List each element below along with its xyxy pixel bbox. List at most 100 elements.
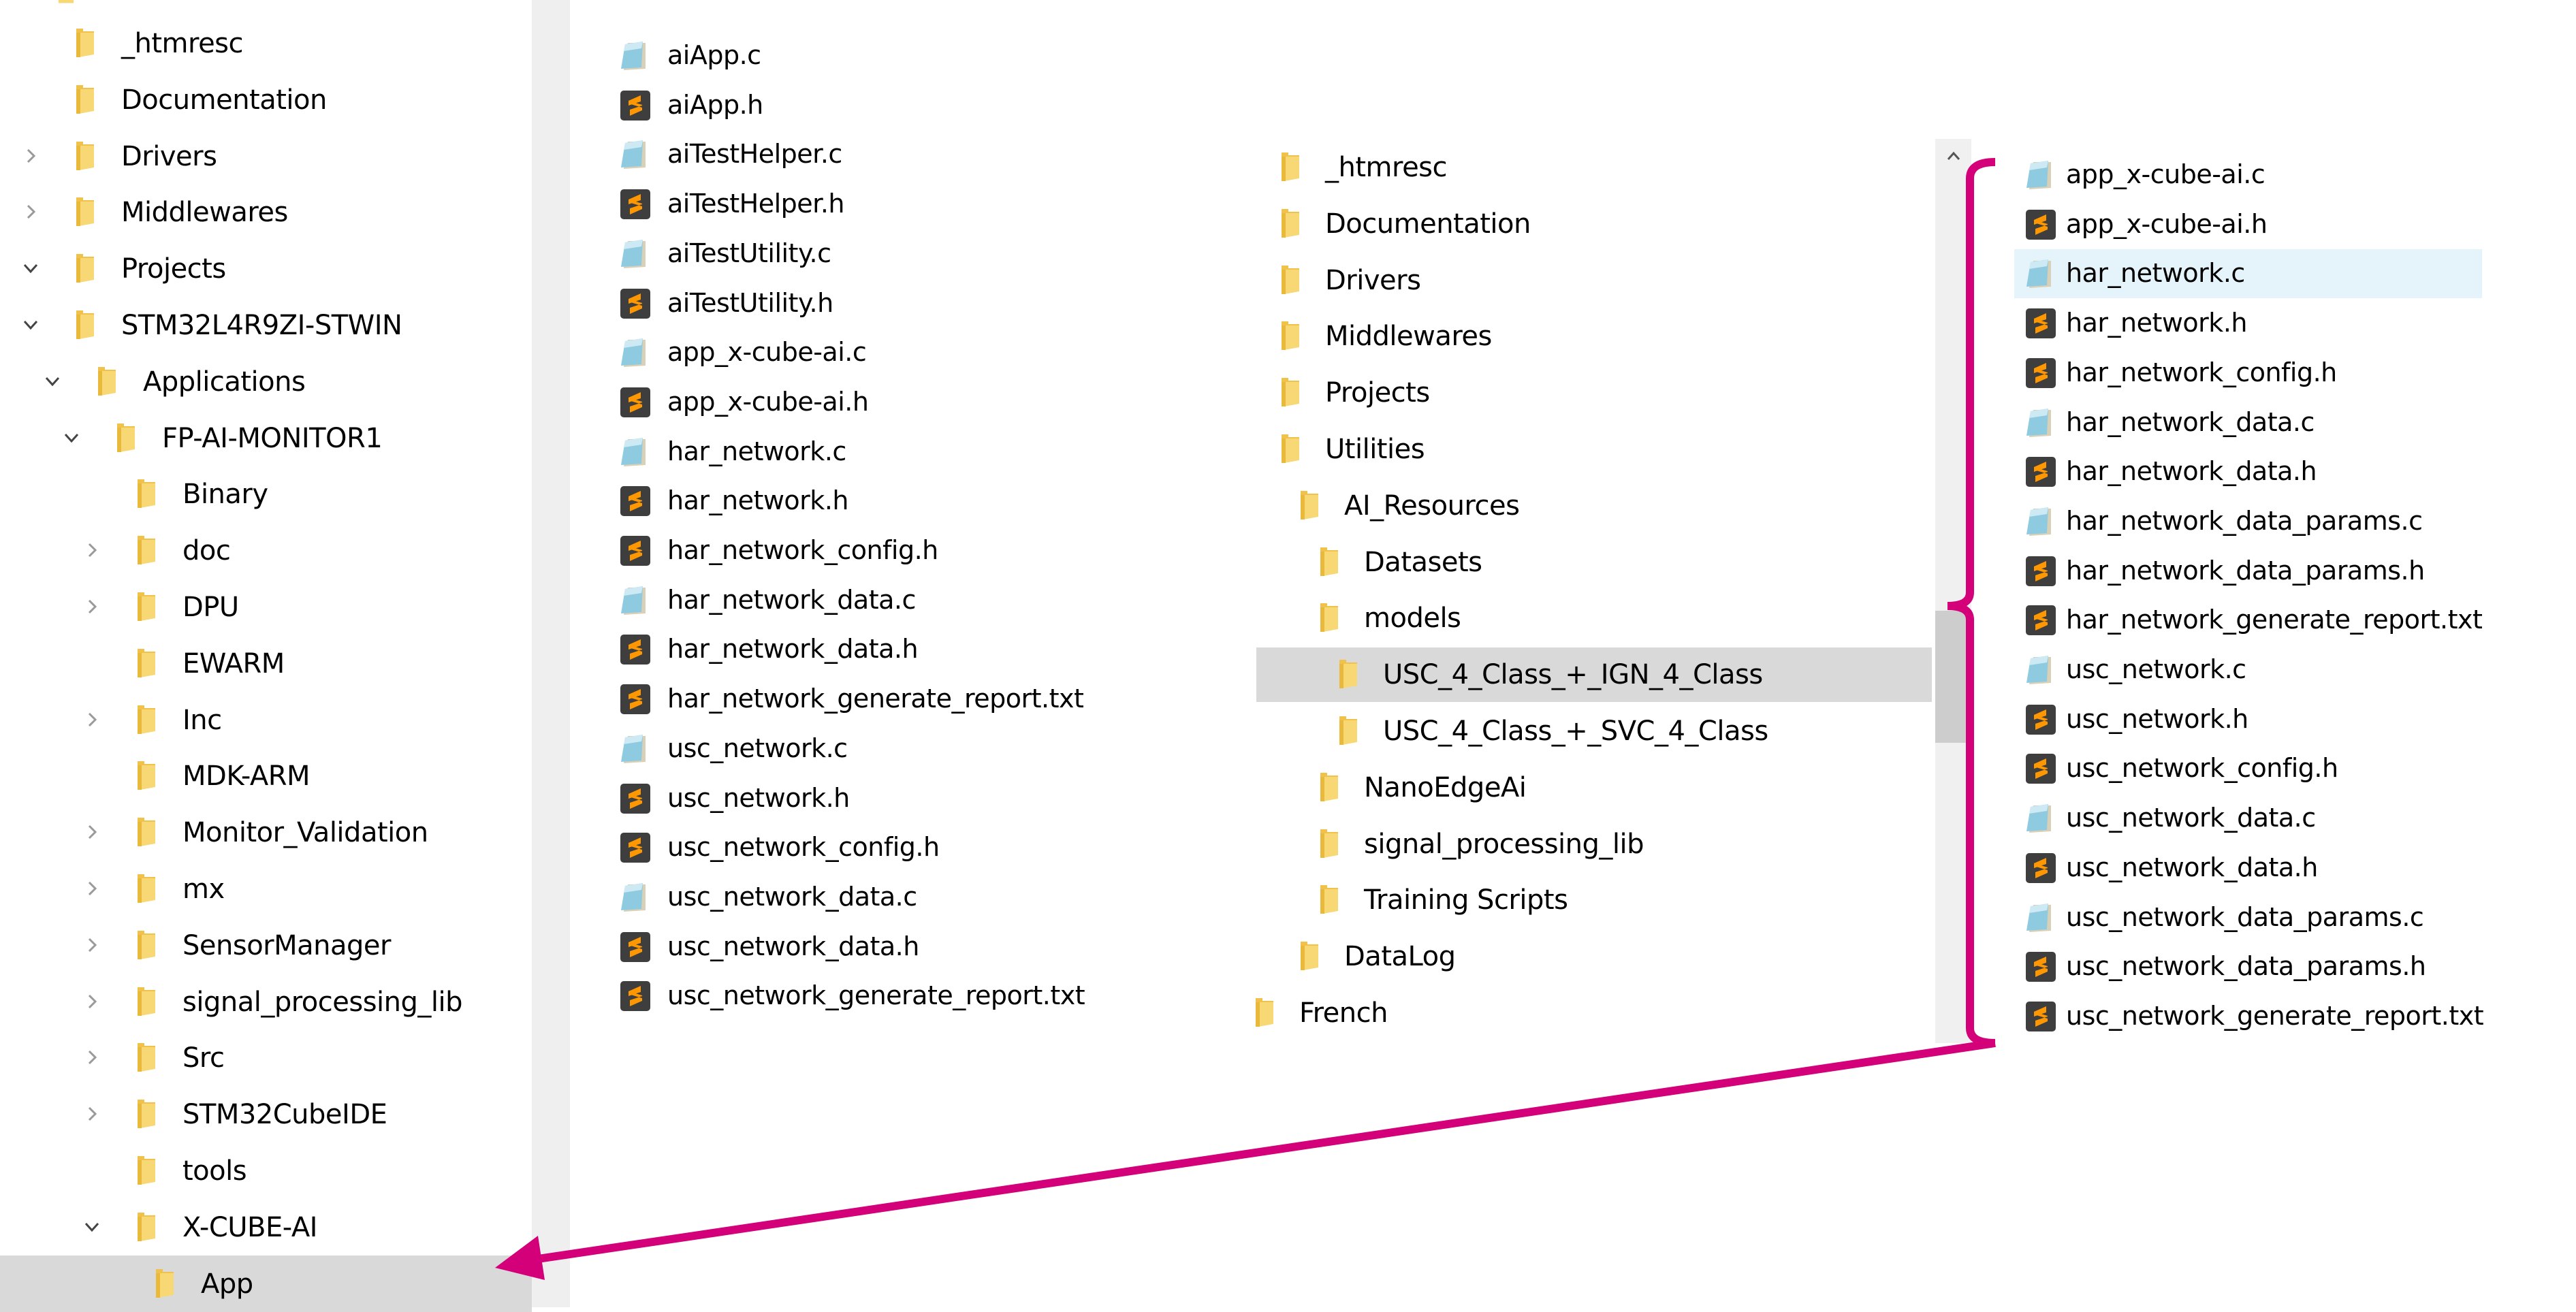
nav-tree-item[interactable]: Binary: [0, 466, 532, 522]
file-item[interactable]: usc_network_data.h: [613, 923, 1130, 972]
resources-tree-item[interactable]: USC_4_Class_+_IGN_4_Class: [1256, 646, 1932, 703]
nav-tree-item[interactable]: Drivers: [0, 128, 532, 185]
chevron-right-icon[interactable]: [83, 541, 101, 559]
tree-expander[interactable]: [20, 315, 41, 335]
file-item[interactable]: har_network_data.h: [613, 625, 1130, 674]
file-item[interactable]: har_network_generate_report.txt: [2014, 596, 2483, 645]
nav-tree-item[interactable]: Middlewares: [0, 184, 532, 240]
tree-expander[interactable]: [82, 822, 102, 842]
chevron-right-icon[interactable]: [83, 1105, 101, 1123]
file-item[interactable]: aiTestUtility.c: [613, 229, 1130, 278]
chevron-right-icon[interactable]: [83, 936, 101, 954]
nav-tree-item[interactable]: MDK-ARM: [0, 748, 532, 804]
nav-tree-item[interactable]: X-CUBE-AI: [0, 1199, 532, 1255]
tree-expander[interactable]: [82, 878, 102, 899]
nav-tree-item[interactable]: Applications: [0, 353, 532, 410]
resources-tree-item[interactable]: Training Scripts: [1256, 871, 1932, 928]
file-item[interactable]: usc_network_generate_report.txt: [613, 972, 1130, 1021]
nav-tree-item[interactable]: EWARM: [0, 635, 532, 692]
file-item[interactable]: usc_network_data_params.h: [2014, 942, 2482, 991]
file-item[interactable]: har_network_data.c: [2014, 398, 2482, 447]
file-item[interactable]: har_network_data_params.c: [2014, 497, 2482, 546]
resources-scrollbar-thumb[interactable]: [1935, 611, 1971, 743]
nav-tree-item[interactable]: STM32L4R9ZI-STWIN: [0, 297, 532, 353]
file-item[interactable]: usc_network_config.h: [613, 823, 1130, 872]
file-item[interactable]: app_x-cube-ai.h: [2014, 200, 2482, 249]
chevron-down-icon[interactable]: [83, 1218, 101, 1236]
file-item[interactable]: app_x-cube-ai.c: [2014, 150, 2482, 199]
file-item[interactable]: har_network.c: [613, 428, 1130, 477]
file-item[interactable]: har_network_data.c: [613, 576, 1130, 625]
resources-scrollbar-track[interactable]: [1935, 139, 1971, 1043]
chevron-right-icon[interactable]: [83, 823, 101, 841]
chevron-down-icon[interactable]: [22, 259, 39, 277]
resources-tree-item[interactable]: Projects: [1256, 364, 1932, 421]
resources-tree-item[interactable]: Drivers: [1256, 252, 1932, 308]
file-item[interactable]: har_network.h: [2014, 299, 2482, 348]
tree-expander[interactable]: [82, 540, 102, 560]
chevron-down-icon[interactable]: [44, 372, 61, 390]
file-item[interactable]: har_network.c: [2014, 249, 2482, 299]
file-item[interactable]: usc_network_data.h: [2014, 844, 2482, 893]
resources-tree-item[interactable]: models: [1256, 590, 1932, 646]
file-item[interactable]: usc_network_data_params.c: [2014, 893, 2482, 942]
chevron-right-icon[interactable]: [22, 203, 39, 221]
tree-expander[interactable]: [82, 991, 102, 1012]
tree-expander[interactable]: [82, 1047, 102, 1068]
resources-tree-item[interactable]: French: [1256, 985, 1932, 1041]
tree-expander[interactable]: [20, 202, 41, 222]
tree-expander[interactable]: [82, 596, 102, 617]
file-item[interactable]: usc_network.h: [613, 774, 1130, 823]
file-item[interactable]: har_network_data.h: [2014, 447, 2482, 496]
resources-tree-item[interactable]: _htmresc: [1256, 139, 1932, 195]
file-item[interactable]: app_x-cube-ai.c: [613, 328, 1130, 377]
tree-expander[interactable]: [42, 371, 63, 391]
file-item[interactable]: har_network_config.h: [613, 526, 1130, 575]
file-item[interactable]: usc_network.c: [613, 724, 1130, 773]
chevron-right-icon[interactable]: [83, 598, 101, 615]
nav-tree-item[interactable]: doc: [0, 522, 532, 579]
file-item[interactable]: usc_network.h: [2014, 695, 2482, 744]
nav-tree-item[interactable]: signal_processing_lib: [0, 974, 532, 1030]
scroll-up-button[interactable]: [1935, 139, 1971, 173]
file-item[interactable]: aiApp.c: [613, 31, 1130, 80]
tree-expander[interactable]: [82, 1217, 102, 1237]
chevron-right-icon[interactable]: [22, 147, 39, 165]
nav-tree-item[interactable]: Documentation: [0, 71, 532, 128]
file-item[interactable]: aiTestHelper.h: [613, 180, 1130, 229]
file-item[interactable]: usc_network_config.h: [2014, 744, 2482, 793]
tree-expander[interactable]: [82, 709, 102, 730]
nav-tree-item[interactable]: STM32CubeIDE: [0, 1086, 532, 1142]
tree-expander[interactable]: [82, 935, 102, 955]
resources-tree-item[interactable]: Datasets: [1256, 534, 1932, 590]
resources-tree-item[interactable]: USC_4_Class_+_SVC_4_Class: [1256, 703, 1932, 759]
chevron-down-icon[interactable]: [22, 316, 39, 334]
nav-tree-item[interactable]: Src: [0, 1029, 532, 1086]
file-item[interactable]: har_network_generate_report.txt: [613, 675, 1130, 724]
file-item[interactable]: aiTestUtility.h: [613, 279, 1130, 328]
file-item[interactable]: har_network.h: [613, 477, 1130, 526]
nav-tree-item[interactable]: App: [0, 1255, 532, 1312]
nav-tree-item[interactable]: Inc: [0, 692, 532, 748]
nav-tree-item[interactable]: Projects: [0, 240, 532, 297]
chevron-right-icon[interactable]: [83, 1049, 101, 1066]
file-item[interactable]: usc_network_data.c: [613, 873, 1130, 922]
resources-tree-item[interactable]: Utilities: [1256, 421, 1932, 477]
chevron-down-icon[interactable]: [63, 429, 80, 447]
nav-tree-item[interactable]: tools: [0, 1142, 532, 1199]
file-item[interactable]: aiTestHelper.c: [613, 130, 1130, 179]
chevron-right-icon[interactable]: [83, 880, 101, 897]
nav-tree-item[interactable]: FP-AI-MONITOR1: [0, 410, 532, 466]
chevron-right-icon[interactable]: [83, 993, 101, 1010]
tree-expander[interactable]: [61, 428, 82, 448]
nav-tree-item[interactable]: Monitor_Validation: [0, 804, 532, 861]
file-item[interactable]: har_network_config.h: [2014, 349, 2482, 398]
resources-tree-item[interactable]: NanoEdgeAi: [1256, 759, 1932, 816]
file-item[interactable]: har_network_data_params.h: [2014, 547, 2482, 596]
resources-tree-item[interactable]: Middlewares: [1256, 308, 1932, 364]
navigation-pane-scrollbar[interactable]: [532, 0, 570, 1307]
tree-expander[interactable]: [20, 146, 41, 166]
file-item[interactable]: aiApp.h: [613, 81, 1130, 130]
tree-expander[interactable]: [82, 1104, 102, 1124]
nav-tree-item[interactable]: mx: [0, 861, 532, 917]
